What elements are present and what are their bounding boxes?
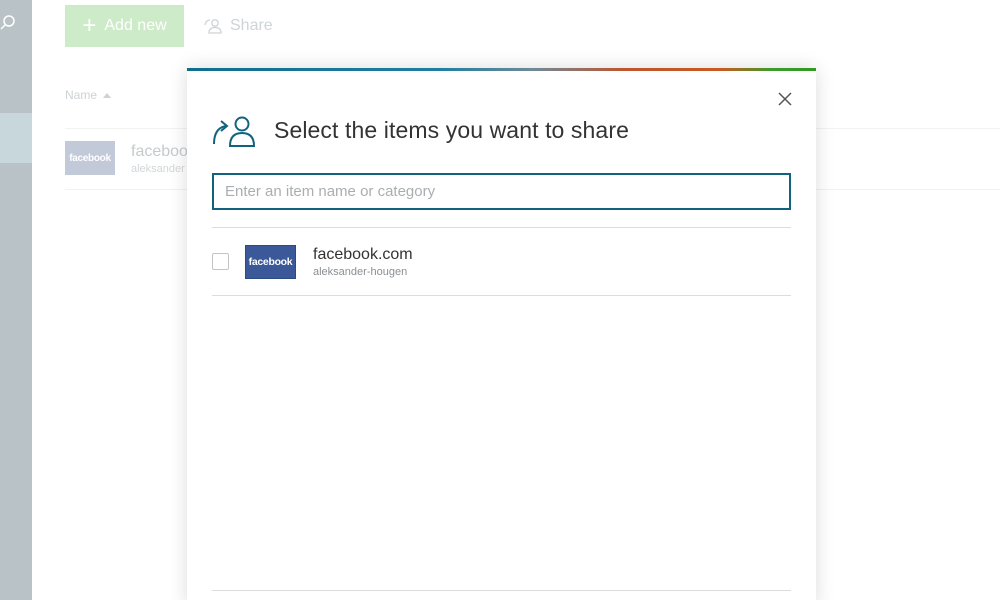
item-checkbox[interactable] — [212, 253, 229, 270]
item-title: facebook.com — [313, 246, 413, 263]
list-item[interactable]: facebook facebook.com aleksander-hougen — [212, 228, 791, 296]
share-modal: Select the items you want to share faceb… — [187, 68, 816, 600]
item-search-input[interactable] — [212, 173, 791, 210]
share-with-user-icon — [213, 116, 256, 147]
close-icon[interactable] — [776, 90, 794, 108]
modal-accent-bar — [187, 68, 816, 71]
footer-divider — [212, 590, 791, 591]
item-subtitle: aleksander-hougen — [313, 266, 408, 278]
facebook-logo: facebook — [245, 245, 296, 279]
modal-title: Select the items you want to share — [274, 117, 629, 143]
